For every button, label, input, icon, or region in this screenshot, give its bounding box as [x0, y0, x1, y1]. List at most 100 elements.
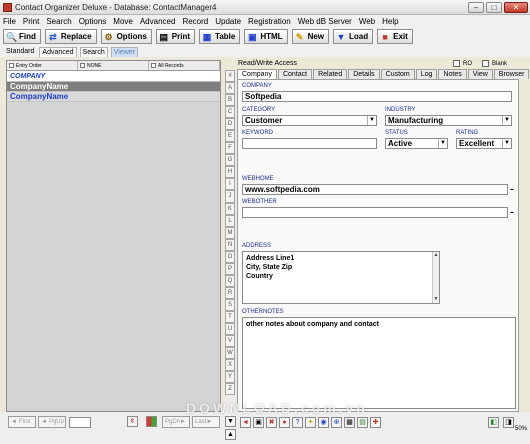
index-letter-h[interactable]: H [225, 166, 235, 179]
calendar-icon[interactable]: ▤ [357, 417, 368, 428]
mode-search[interactable]: Search [79, 47, 108, 57]
webhome-field[interactable]: www.softpedia.com [242, 184, 508, 195]
refresh-icon[interactable]: ¢ [127, 416, 138, 427]
index-letter-v[interactable]: V [225, 335, 235, 348]
index-letter-p[interactable]: P [225, 262, 235, 275]
save-icon[interactable]: ▣ [253, 417, 264, 428]
index-letter-num[interactable]: # [225, 70, 235, 83]
scroll-down-icon[interactable]: ▼ [225, 416, 236, 427]
world-icon[interactable]: ⊕ [331, 417, 342, 428]
load-button[interactable]: ▼ Load [333, 29, 374, 44]
maximize-button[interactable]: □ [486, 1, 502, 13]
mode-advanced[interactable]: Advanced [39, 47, 77, 57]
status-select[interactable]: Active ▼ [385, 138, 448, 149]
zoom-in-icon[interactable]: ◨ [503, 417, 514, 428]
ro-checkbox[interactable]: RO [453, 60, 472, 67]
othernotes-textarea[interactable]: other notes about company and contact [242, 317, 516, 409]
tab-related[interactable]: Related [313, 69, 348, 79]
index-letter-l[interactable]: L [225, 214, 235, 227]
lightbulb-icon[interactable]: ✦ [305, 417, 316, 428]
tab-custom[interactable]: Custom [380, 69, 415, 79]
webother-field[interactable] [242, 207, 508, 218]
grid-icon[interactable]: ▦ [344, 417, 355, 428]
record-number-field[interactable] [69, 417, 91, 428]
tab-details[interactable]: Details [348, 69, 380, 79]
tab-browser[interactable]: Browser [493, 69, 530, 79]
menu-web-db-server[interactable]: Web dB Server [298, 17, 352, 26]
index-letter-x[interactable]: X [225, 359, 235, 372]
pgdn-button[interactable]: PgDn ► [162, 416, 190, 428]
mode-viewer[interactable]: Viewer [110, 47, 139, 57]
index-letter-b[interactable]: B [225, 94, 235, 107]
index-letter-j[interactable]: J [225, 190, 235, 203]
mode-standard[interactable]: Standard [4, 47, 36, 57]
index-letter-e[interactable]: E [225, 130, 235, 143]
close-button[interactable]: ✕ [504, 1, 528, 13]
tab-notes[interactable]: Notes [438, 69, 467, 79]
menu-help[interactable]: Help [382, 17, 398, 26]
menu-advanced[interactable]: Advanced [140, 17, 176, 26]
menu-file[interactable]: File [3, 17, 16, 26]
list-column-header[interactable]: COMPANY [7, 71, 220, 82]
scroll-up-icon[interactable]: ▲ [225, 429, 236, 440]
help-icon[interactable]: ? [292, 417, 303, 428]
index-letter-y[interactable]: Y [225, 371, 235, 384]
index-letter-c[interactable]: C [225, 106, 235, 119]
table-button[interactable]: ▦ Table [199, 29, 241, 44]
index-letter-u[interactable]: U [225, 322, 235, 336]
tab-contact[interactable]: Contact [277, 69, 313, 79]
index-letter-z[interactable]: Z [225, 383, 235, 396]
index-letter-m[interactable]: M [225, 226, 235, 239]
color-grid-icon[interactable] [146, 416, 157, 427]
menu-update[interactable]: Update [215, 17, 241, 26]
index-letter-f[interactable]: F [225, 142, 235, 155]
index-letter-w[interactable]: W [225, 347, 235, 360]
tab-log[interactable]: Log [415, 69, 438, 79]
exit-button[interactable]: ■ Exit [377, 29, 413, 44]
print-button[interactable]: ▤ Print [155, 29, 196, 44]
address-textarea[interactable]: Address Line1 City, State Zip Country ▲ ▼ [242, 251, 440, 304]
menu-record[interactable]: Record [182, 17, 208, 26]
index-letter-d[interactable]: D [225, 118, 235, 131]
webhome-browse-button[interactable]: ... [510, 185, 514, 192]
index-letter-i[interactable]: I [225, 178, 235, 191]
filter-none[interactable]: NONE [78, 61, 149, 70]
menu-move[interactable]: Move [113, 17, 133, 26]
index-letter-q[interactable]: Q [225, 274, 235, 287]
delete-icon[interactable]: ✖ [266, 417, 277, 428]
company-field[interactable]: Softpedia [242, 91, 512, 102]
pgup-button[interactable]: ◄ PgUp [38, 416, 66, 428]
zoom-out-icon[interactable]: ◧ [488, 417, 499, 428]
replace-button[interactable]: ⇄ Replace [44, 29, 97, 44]
globe-icon[interactable]: ◉ [318, 417, 329, 428]
index-letter-g[interactable]: G [225, 154, 235, 167]
webother-browse-button[interactable]: ... [510, 208, 514, 215]
new-button[interactable]: ✎ New [291, 29, 330, 44]
menu-options[interactable]: Options [79, 17, 107, 26]
address-scrollbar[interactable]: ▲ ▼ [432, 252, 439, 303]
index-letter-a[interactable]: A [225, 82, 235, 95]
rating-select[interactable]: Excellent ▼ [456, 138, 512, 149]
index-letter-k[interactable]: K [225, 202, 235, 215]
tab-view[interactable]: View [467, 69, 493, 79]
index-letter-r[interactable]: R [225, 286, 235, 299]
list-item[interactable]: CompanyName [7, 92, 220, 102]
menu-web[interactable]: Web [359, 17, 375, 26]
index-letter-t[interactable]: T [225, 310, 235, 323]
blank-checkbox[interactable]: Blank [482, 60, 507, 67]
index-letter-n[interactable]: N [225, 238, 235, 251]
index-letter-o[interactable]: O [225, 250, 235, 263]
tab-company[interactable]: Company [237, 69, 277, 79]
menu-search[interactable]: Search [46, 17, 71, 26]
keyword-field[interactable] [242, 138, 377, 149]
filter-all-records[interactable]: All Records [149, 61, 220, 70]
list-item[interactable]: CompanyName [7, 82, 220, 92]
last-button[interactable]: Last ► [192, 416, 220, 428]
options-button[interactable]: ⚙ Options [100, 29, 152, 44]
industry-select[interactable]: Manufacturing ▼ [385, 115, 512, 126]
record-icon[interactable]: ● [279, 417, 290, 428]
menu-print[interactable]: Print [23, 17, 39, 26]
back-arrow-icon[interactable]: ◄ [240, 417, 251, 428]
find-button[interactable]: 🔍 Find [3, 29, 41, 44]
filter-entry-order[interactable]: Entry Order [7, 61, 78, 70]
